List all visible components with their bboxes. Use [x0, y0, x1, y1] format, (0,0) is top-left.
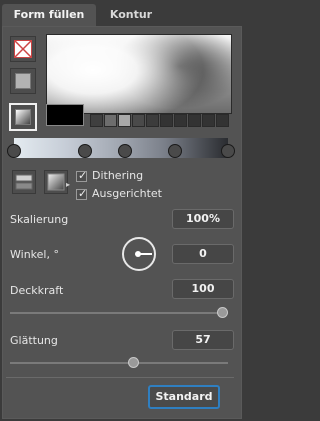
swatch[interactable]	[118, 114, 131, 127]
gradient-fill-icon	[15, 109, 31, 125]
smoothing-label: Glättung	[10, 334, 58, 347]
angle-dial[interactable]	[122, 237, 156, 271]
swatch[interactable]	[174, 114, 187, 127]
gradient-preview[interactable]	[46, 34, 232, 114]
swatch[interactable]	[146, 114, 159, 127]
opacity-label: Deckkraft	[10, 284, 64, 297]
swatch[interactable]	[104, 114, 117, 127]
smoothing-value-field[interactable]: 57	[172, 330, 234, 350]
scale-label: Skalierung	[10, 213, 69, 226]
opacity-slider-track[interactable]	[10, 312, 228, 314]
no-fill-icon	[14, 40, 32, 58]
swatch[interactable]	[216, 114, 229, 127]
scale-value-field[interactable]: 100%	[172, 209, 234, 229]
linear-gradient-type-button[interactable]	[12, 170, 36, 194]
solid-fill-button[interactable]	[10, 68, 36, 94]
angle-label: Winkel, °	[10, 248, 59, 261]
tab-form-fill[interactable]: Form füllen	[2, 4, 96, 26]
swatch[interactable]	[160, 114, 173, 127]
radial-gradient-icon	[47, 173, 65, 191]
tab-bar: Form füllen Kontur	[0, 0, 244, 26]
opacity-slider-thumb[interactable]	[217, 307, 228, 318]
gradient-fill-button[interactable]	[9, 103, 37, 131]
aligned-checkbox[interactable]	[76, 187, 87, 200]
swatch[interactable]	[132, 114, 145, 127]
smoothing-slider-track[interactable]	[10, 362, 228, 364]
swatch[interactable]	[90, 114, 103, 127]
opacity-value-field[interactable]: 100	[172, 279, 234, 299]
angle-value-field[interactable]: 0	[172, 244, 234, 264]
tab-contour[interactable]: Kontur	[98, 4, 164, 26]
standard-button[interactable]: Standard	[148, 385, 220, 409]
swatch[interactable]	[188, 114, 201, 127]
swatch[interactable]	[202, 114, 215, 127]
current-color-swatch[interactable]	[46, 104, 84, 126]
gradient-stop-handle[interactable]	[221, 144, 235, 158]
no-fill-button[interactable]	[10, 36, 36, 62]
dithering-label: Dithering	[92, 169, 144, 182]
linear-gradient-icon	[15, 174, 33, 190]
angle-dial-pointer	[139, 253, 152, 255]
dithering-checkbox[interactable]	[76, 169, 87, 182]
smoothing-slider-thumb[interactable]	[127, 357, 139, 368]
recent-swatches	[90, 114, 230, 127]
solid-fill-icon	[15, 73, 31, 89]
dropdown-arrow-icon[interactable]: ▸	[66, 180, 70, 189]
divider	[6, 377, 234, 378]
gradient-stop-handle[interactable]	[77, 144, 92, 158]
gradient-stop-handle[interactable]	[7, 144, 21, 158]
gradient-stop-handle[interactable]	[167, 144, 182, 158]
aligned-label: Ausgerichtet	[92, 187, 162, 200]
radial-gradient-type-button[interactable]	[44, 170, 68, 194]
